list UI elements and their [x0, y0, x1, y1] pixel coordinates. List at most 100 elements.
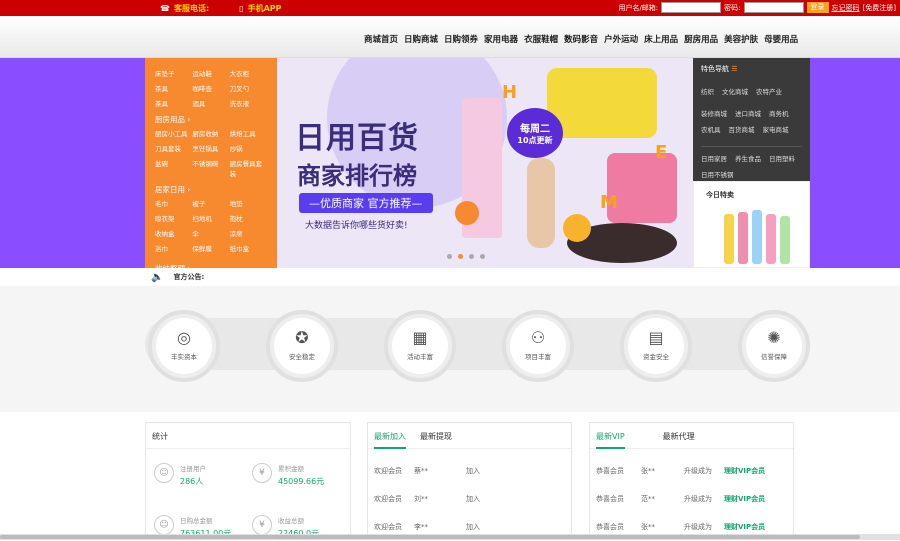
feature-nav-link[interactable]: 日用家居 [701, 153, 727, 163]
category-link[interactable]: 刀具套装 [155, 143, 192, 153]
feature-nav-link[interactable]: 日用塑料 [769, 153, 795, 163]
vip-greeting: 恭喜会员 [596, 523, 624, 531]
category-link[interactable]: 伞 [192, 228, 229, 238]
category-menu: 床垫子 运动鞋 大衣柜 茶具 咖啡壶 刀叉勺 茶具 酒具 洗衣液 厨房用品 › 厨房小工具 厨房收… [145, 58, 277, 273]
category-link[interactable]: 床垫子 [155, 68, 192, 78]
category-link[interactable]: 运动鞋 [192, 68, 229, 78]
category-link[interactable]: 咖啡壶 [192, 83, 229, 93]
category-link[interactable]: 大衣柜 [230, 68, 267, 78]
feature-nav-link[interactable]: 家电商城 [763, 124, 789, 134]
category-link[interactable]: 毛巾 [155, 198, 192, 208]
category-link[interactable]: 厨房小工具 [155, 128, 192, 138]
feature-nav-link[interactable]: 文化商城 [722, 86, 748, 96]
feature-nav-link[interactable]: 商务机 [769, 108, 789, 118]
coins-icon: ◎ [177, 328, 191, 347]
category-link[interactable]: 厨房收纳 [192, 128, 229, 138]
feature-nav-link[interactable]: 纺织 [701, 86, 714, 96]
announcement-label: 官方公告: [173, 273, 205, 281]
medal-icon: ✪ [295, 328, 309, 347]
category-link[interactable]: 酒具 [192, 98, 229, 108]
feature-circle: ✺ 信誉保障 [746, 318, 802, 374]
category-link[interactable]: 烹饪锅具 [192, 143, 229, 153]
feature-circle: ◎ 丰实资本 [156, 318, 212, 374]
stat-invest: ¥ 累积金额 45099.66元 [252, 463, 324, 487]
list-item: 恭喜会员 范** 升级成为 理财VIP会员 [596, 485, 791, 513]
tab-latest-agent[interactable]: 最新代理 [663, 431, 695, 448]
nav-item[interactable]: 床上用品 [644, 33, 678, 45]
category-link[interactable]: 扫地机 [192, 213, 229, 223]
category-link[interactable]: 茶具 [155, 98, 192, 108]
tab-latest-join[interactable]: 最新加入 [374, 431, 406, 449]
category-title-kitchen[interactable]: 厨房用品 › [155, 114, 267, 125]
nav-item[interactable]: 衣服鞋帽 [524, 33, 558, 45]
stat-label: 日购总金额 [180, 517, 213, 525]
category-link[interactable]: 厨房餐具套装 [230, 158, 267, 178]
category-link[interactable]: 盆碗 [155, 158, 192, 178]
tab-latest-vip[interactable]: 最新VIP [596, 431, 625, 449]
member-action: 加入 [466, 495, 480, 503]
feature-nav-link[interactable]: 农机具 [701, 124, 721, 134]
scrollbar-thumb[interactable] [0, 535, 860, 539]
nav-item[interactable]: 商城首页 [364, 33, 398, 45]
carousel-dot[interactable] [447, 254, 452, 259]
category-link[interactable]: 抱枕 [230, 213, 267, 223]
feature-nav-link[interactable]: 进口商城 [735, 108, 761, 118]
forgot-password-link[interactable]: 忘记密码 [832, 3, 860, 13]
category-link[interactable]: 地垫 [230, 198, 267, 208]
member-action: 加入 [466, 467, 480, 475]
category-link[interactable]: 炒锅 [230, 143, 267, 153]
feature-nav-link[interactable]: 装修商城 [701, 108, 727, 118]
category-link[interactable]: 烘焙工具 [230, 128, 267, 138]
category-link[interactable]: 晾衣架 [155, 213, 192, 223]
category-link[interactable]: 洗衣液 [230, 98, 267, 108]
nav-item[interactable]: 数码影音 [564, 33, 598, 45]
feature-nav-panel: 特色导航 ☰ 纺织 文化商城 农特产业 装修商城 进口商城 商务机 农机具 百货商城 家电商城… [693, 58, 810, 181]
nav-item[interactable]: 美容护肤 [724, 33, 758, 45]
mobile-app-link[interactable]: ▯ 手机APP [239, 3, 281, 14]
feature-item: ✺ 信誉保障 [738, 310, 810, 382]
category-link[interactable]: 茶具 [155, 83, 192, 93]
carousel-dot[interactable] [480, 254, 485, 259]
nav-item[interactable]: 日购商城 [404, 33, 438, 45]
nav-item[interactable]: 户外运动 [604, 33, 638, 45]
carousel-dot[interactable] [458, 254, 463, 259]
carousel-dot[interactable] [469, 254, 474, 259]
tab-latest-withdraw[interactable]: 最新提现 [420, 431, 452, 448]
carousel-dots [447, 254, 485, 259]
category-link[interactable]: 刀叉勺 [230, 83, 267, 93]
category-title-home[interactable]: 居家日用 › [155, 184, 267, 195]
feature-nav-link[interactable]: 百货商城 [729, 124, 755, 134]
menu-icon: ☰ [731, 65, 738, 73]
category-link[interactable]: 凉席 [230, 228, 267, 238]
nav-item[interactable]: 母婴用品 [764, 33, 798, 45]
hero-banner[interactable]: H E M 日用百货 商家排行榜 —优质商家 官方推荐— 大数据告诉你哪些货好卖… [277, 58, 693, 268]
feature-nav-link[interactable]: 日用不锈钢 [701, 169, 734, 179]
feature-circle: ✪ 安全稳定 [274, 318, 330, 374]
feature-nav-link[interactable]: 农特产业 [756, 86, 782, 96]
category-link[interactable]: 收纳盒 [155, 228, 192, 238]
nav-item[interactable]: 厨房用品 [684, 33, 718, 45]
feature-label: 资金安全 [643, 353, 669, 361]
password-input[interactable] [743, 2, 804, 13]
boxes-icon: ▦ [412, 328, 428, 347]
category-link[interactable]: 保鲜膜 [192, 243, 229, 253]
register-link[interactable]: [免费注册] [863, 3, 896, 13]
category-link[interactable]: 被子 [192, 198, 229, 208]
vip-name: 张** [641, 523, 655, 531]
login-button[interactable]: 登录 [806, 2, 829, 13]
category-link[interactable]: 纸巾盒 [230, 243, 267, 253]
category-link[interactable]: 不锈钢碗 [192, 158, 229, 178]
vip-tier: 理财VIP会员 [724, 495, 766, 503]
horizontal-scrollbar[interactable] [0, 534, 900, 540]
member-action: 加入 [466, 523, 480, 531]
username-input[interactable] [661, 2, 722, 13]
vip-greeting: 恭喜会员 [596, 467, 624, 475]
user-icon: ☺ [154, 463, 174, 483]
nav-item[interactable]: 家用电器 [484, 33, 518, 45]
vip-name: 张** [641, 467, 655, 475]
nav-item[interactable]: 日购领券 [444, 33, 478, 45]
today-sale[interactable]: 今日特卖 [693, 181, 810, 268]
category-link[interactable]: 浴巾 [155, 243, 192, 253]
feature-nav-link[interactable]: 养生食品 [735, 153, 761, 163]
coin-icon: ¥ [252, 463, 272, 483]
